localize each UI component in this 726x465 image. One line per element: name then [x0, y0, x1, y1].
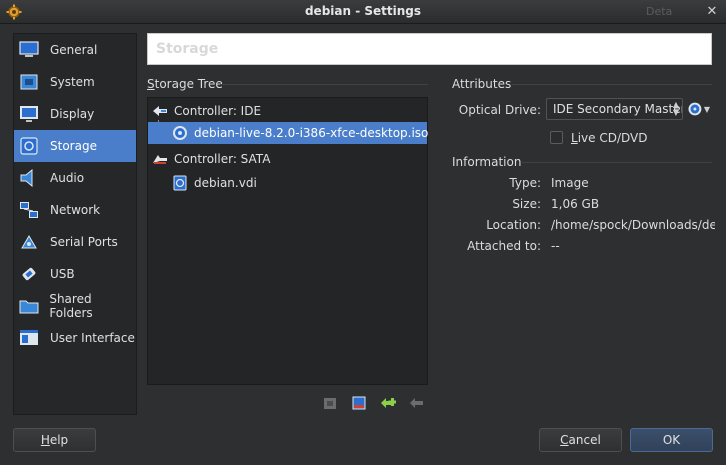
display-icon — [18, 103, 40, 125]
ok-button[interactable]: OK — [630, 428, 713, 452]
sidebar-item-label: System — [50, 75, 95, 89]
sidebar-item-display[interactable]: Display — [14, 98, 136, 130]
sidebar-item-label: Serial Ports — [50, 235, 118, 249]
window-title: debian - Settings — [304, 4, 422, 18]
sidebar-item-serial-ports[interactable]: Serial Ports — [14, 226, 136, 258]
sidebar-item-label: General — [50, 43, 98, 57]
info-size-value: 1,06 GB — [551, 197, 600, 211]
ide-controller-icon — [152, 103, 168, 119]
storage-tree[interactable]: Controller: IDE debian-live-8.2.0-i386-x… — [147, 97, 428, 385]
sidebar-item-audio[interactable]: Audio — [14, 162, 136, 194]
serial-ports-icon — [18, 231, 40, 253]
sidebar-item-label: Storage — [50, 139, 97, 153]
optical-disc-icon — [688, 102, 702, 116]
divider — [522, 162, 712, 163]
sidebar-item-system[interactable]: System — [14, 66, 136, 98]
divider — [512, 84, 712, 85]
sata-controller-icon — [152, 151, 168, 167]
network-icon — [18, 199, 40, 221]
add-attachment-icon[interactable] — [379, 394, 397, 412]
storage-tree-toolbar — [321, 394, 437, 412]
sidebar-item-label: User Interface — [50, 331, 135, 345]
optical-drive-select[interactable]: IDE Secondary Master ▲ ▼ — [546, 98, 683, 120]
divider — [220, 84, 428, 85]
sidebar-item-network[interactable]: Network — [14, 194, 136, 226]
hard-disk-icon — [172, 175, 188, 191]
information-heading: Information — [452, 155, 522, 169]
close-icon[interactable]: ✕ — [704, 4, 720, 20]
tree-item-label: debian-live-8.2.0-i386-xfce-desktop.iso — [194, 126, 429, 140]
info-type-value: Image — [551, 176, 589, 190]
usb-icon — [18, 263, 40, 285]
chevron-down-icon: ▼ — [703, 104, 710, 114]
tree-item-label: Controller: SATA — [174, 152, 271, 166]
tree-item-controller-ide[interactable]: Controller: IDE — [148, 100, 427, 122]
attributes-heading: Attributes — [452, 77, 512, 91]
info-location-value: /home/spock/Downloads/de... — [551, 218, 715, 232]
optical-drive-value: IDE Secondary Master — [553, 102, 683, 116]
audio-icon — [18, 167, 40, 189]
info-type-label: Type: — [509, 176, 541, 190]
remove-attachment-icon[interactable] — [408, 394, 426, 412]
sidebar-item-label: USB — [50, 267, 75, 281]
choose-disk-button[interactable]: ▼ — [688, 101, 710, 117]
sidebar-item-shared-folders[interactable]: Shared Folders — [14, 290, 136, 322]
sidebar-item-usb[interactable]: USB — [14, 258, 136, 290]
sidebar-item-user-interface[interactable]: User Interface — [14, 322, 136, 354]
add-controller-icon[interactable] — [321, 394, 339, 412]
remove-controller-icon[interactable] — [350, 394, 368, 412]
storage-tree-label: Storage Tree — [147, 77, 223, 91]
live-cd-checkbox[interactable] — [550, 131, 563, 144]
tree-item-optical-disc[interactable]: debian-live-8.2.0-i386-xfce-desktop.iso — [148, 122, 429, 144]
live-cd-label: Live CD/DVD — [571, 131, 648, 145]
tree-item-controller-sata[interactable]: Controller: SATA — [148, 148, 427, 170]
sidebar-item-label: Network — [50, 203, 101, 217]
title-bar: Deta debian - Settings ✕ — [0, 0, 726, 24]
tree-item-label: debian.vdi — [194, 176, 257, 190]
info-attached-to-label: Attached to: — [467, 239, 541, 253]
settings-sidebar: General System Display Storage Audio Net… — [13, 33, 137, 415]
tree-item-label: Controller: IDE — [174, 104, 262, 118]
spin-arrows-icon: ▲ ▼ — [672, 100, 679, 117]
system-icon — [18, 71, 40, 93]
info-size-label: Size: — [512, 197, 541, 211]
sidebar-item-label: Shared Folders — [49, 292, 93, 320]
info-attached-to-value: -- — [551, 239, 560, 253]
sidebar-item-label: Display — [50, 107, 95, 121]
shared-folders-icon — [18, 295, 39, 317]
tree-item-hard-disk[interactable]: debian.vdi — [148, 172, 427, 194]
sidebar-item-label: Audio — [50, 171, 85, 185]
optical-disc-icon — [172, 125, 188, 141]
info-location-label: Location: — [486, 218, 541, 232]
general-icon — [18, 39, 40, 61]
cancel-button[interactable]: Cancel — [539, 428, 622, 452]
storage-icon — [18, 135, 40, 157]
user-interface-icon — [18, 327, 40, 349]
sidebar-item-storage[interactable]: Storage — [14, 130, 136, 162]
help-button[interactable]: Help — [13, 428, 96, 452]
sidebar-item-general[interactable]: General — [14, 34, 136, 66]
optical-drive-label: Optical Drive: — [458, 103, 541, 117]
page-title: Storage — [147, 33, 712, 65]
